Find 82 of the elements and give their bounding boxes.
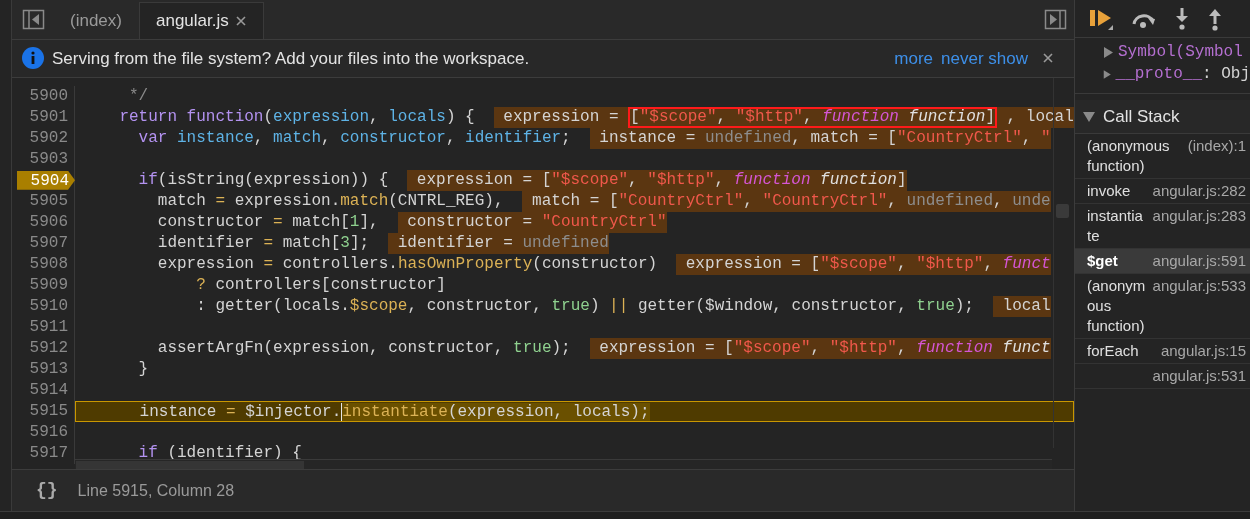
frame-function: invoke [1087, 181, 1132, 201]
inline-value: match = ["CountryCtrl", "CountryCtrl", undefined, unde [522, 190, 1051, 212]
call-stack-frame[interactable]: (anonymous function) angular.js:533 [1075, 274, 1250, 339]
code-line: assertArgFn(expression, constructor, true); [156, 337, 571, 359]
step-into-icon[interactable] [1174, 6, 1190, 31]
inline-value: expression = ["$scope", "$http", funct [676, 253, 1051, 275]
horizontal-scrollbar[interactable] [75, 459, 1052, 470]
navigator-toggle-icon[interactable] [22, 8, 45, 30]
frame-location: angular.js:531 [1152, 366, 1246, 386]
line-number: 5908 [29, 254, 68, 273]
line-number: 5913 [29, 359, 68, 378]
scope-property: Symbol(Symbol [1118, 42, 1243, 63]
line-number: 5907 [29, 233, 68, 252]
frame-function: $get [1087, 251, 1119, 271]
frame-location: (index):1 [1187, 136, 1246, 156]
code-line: */ [128, 85, 149, 107]
cursor-position: Line 5915, Column 28 [77, 480, 235, 501]
code-line: ? controllers[constructor] [195, 274, 446, 296]
breakpoint-marker[interactable]: 5904 [17, 170, 75, 190]
info-icon [22, 47, 44, 70]
code-line: match = expression.match(CNTRL_REG), [156, 190, 504, 212]
frame-location: angular.js:533 [1152, 276, 1246, 296]
line-number: 5901 [29, 107, 68, 126]
call-stack-frame[interactable]: angular.js:531 [1075, 364, 1250, 389]
info-message: Serving from the file system? Add your files into the workspace. [52, 47, 530, 70]
code-line: var instance, match, constructor, identifier; [137, 127, 571, 149]
line-number: 5903 [29, 149, 68, 168]
code-line: instance = $injector.instantiate(expression, locals); [138, 401, 650, 421]
expand-triangle-icon[interactable] [1103, 68, 1112, 80]
line-number: 5911 [29, 317, 68, 336]
expand-triangle-icon[interactable] [1103, 46, 1114, 58]
info-link[interactable]: never show [941, 45, 1028, 72]
line-number: 5916 [29, 422, 68, 441]
section-title: Call Stack [1103, 105, 1180, 128]
frame-location: angular.js:591 [1152, 251, 1246, 271]
line-number: 5915 [29, 401, 68, 420]
file-tab[interactable]: angular.js [138, 1, 264, 39]
frame-function: forEach [1087, 341, 1140, 361]
close-icon[interactable] [234, 14, 247, 27]
call-stack-frame[interactable]: forEach angular.js:15 [1075, 339, 1250, 364]
line-number: 5912 [29, 338, 68, 357]
line-number: 5902 [29, 128, 68, 147]
info-link[interactable]: more [894, 45, 934, 72]
call-stack-frame[interactable]: invoke angular.js:282 [1075, 179, 1250, 204]
line-number: 5906 [29, 212, 68, 231]
code-line: : getter(locals.$scope, constructor, true) || getter($window, constructor, true); [195, 295, 974, 317]
frame-location: angular.js:282 [1152, 181, 1246, 201]
code-line: identifier = match[3]; [156, 232, 370, 254]
frame-function: instantiate [1087, 206, 1144, 246]
file-tab[interactable]: (index) [53, 1, 139, 39]
frame-function: (anonymous function) [1087, 276, 1147, 336]
code-line: } [137, 358, 149, 380]
highlighted-value: ["$scope", "$http", function function] [628, 106, 997, 128]
line-number: 5914 [29, 380, 68, 399]
scope-property: __proto__: Obj [1115, 64, 1250, 85]
inline-value: instance = undefined, match = ["CountryCtrl", " [589, 127, 1051, 149]
line-number: 5917 [29, 443, 68, 462]
code-line: if(isString(expression)) { [137, 169, 389, 191]
inline-value: identifier = undefined [388, 232, 609, 254]
frame-function: (anonymous function) [1087, 136, 1171, 176]
inline-value: constructor = "CountryCtrl" [397, 211, 667, 233]
frame-location: angular.js:15 [1160, 341, 1246, 361]
line-number: 5909 [29, 275, 68, 294]
code-line: return function(expression, locals) { [118, 106, 475, 128]
call-stack-frame[interactable]: (anonymous function) (index):1 [1075, 134, 1250, 179]
line-number: 5900 [29, 86, 68, 105]
line-number: 5910 [29, 296, 68, 315]
code-line: expression = controllers.hasOwnProperty(constructor) [156, 253, 658, 275]
close-icon[interactable] [1042, 52, 1054, 65]
scrollbar-thumb[interactable] [76, 461, 304, 470]
call-stack-frame[interactable]: $get angular.js:591 [1075, 249, 1250, 274]
inline-value: expression = ["$scope", "$http", function funct [589, 337, 1051, 359]
line-number: 5905 [29, 191, 68, 210]
code-line: constructor = match[1], [156, 211, 379, 233]
inline-value: expression = ["$scope", "$http", function function] [407, 169, 907, 191]
inline-value: local [992, 295, 1051, 317]
inline-value: , local [997, 106, 1074, 128]
debugger-toggle-icon[interactable] [1044, 8, 1067, 30]
inline-value: expression = [493, 106, 629, 128]
frame-location: angular.js:283 [1152, 206, 1246, 226]
pretty-print-button[interactable]: {} [36, 477, 58, 505]
collapse-triangle-icon[interactable] [1083, 110, 1095, 123]
